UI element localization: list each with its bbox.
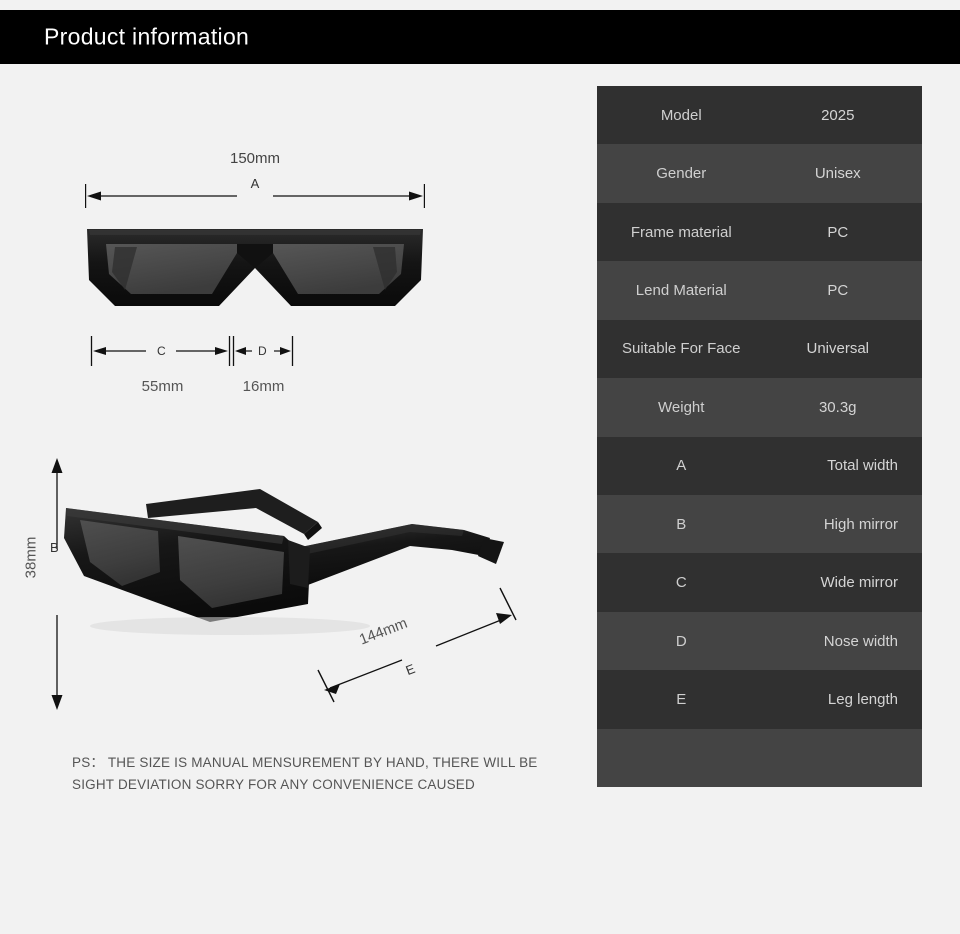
diagram-panel: 150mm A C D 55mm 16mm 38mm B 144mm E PS：… [0, 64, 580, 934]
spec-value: PC [827, 281, 849, 299]
spec-label: Model [660, 106, 702, 124]
table-row: A Total width [597, 436, 922, 495]
spec-label: B [676, 515, 687, 533]
spec-label: Gender [656, 165, 707, 183]
table-row: Weight 30.3g [597, 378, 922, 437]
spec-label: A [676, 457, 687, 475]
table-row: Gender Unisex [597, 144, 922, 203]
spec-label: Lend Material [635, 281, 727, 299]
sunglasses-front-view-image [87, 229, 423, 306]
spec-value: Leg length [827, 690, 898, 708]
table-row: Frame material PC [597, 202, 922, 262]
table-row: Lend Material PC [597, 261, 922, 320]
dimension-b-letter: B [50, 540, 59, 555]
dimension-c-value: 55mm [141, 378, 184, 395]
product-information-page: Product information 150mm A C D 55mm 16m… [0, 0, 960, 934]
spec-label: Frame material [630, 223, 732, 241]
dimension-e-arrow-icon [317, 587, 517, 703]
spec-value: Wide mirror [820, 574, 899, 592]
table-row: Model 2025 [597, 86, 922, 145]
table-row: C Wide mirror [597, 553, 922, 612]
dimension-cd-arrow-icon [90, 336, 294, 366]
spec-value: Universal [806, 340, 870, 358]
dimension-b-value: 38mm [22, 536, 40, 579]
dimension-c-letter: C [157, 344, 166, 358]
specification-table: Model 2025 Gender Unisex Frame material PC … [597, 86, 922, 788]
spec-value: Nose width [823, 632, 898, 650]
header-bar: Product information [0, 10, 960, 64]
dimension-a-letter: A [250, 176, 260, 191]
page-title: Product information [44, 23, 250, 50]
dimension-cd-group: C D 55mm 16mm [88, 336, 303, 406]
spec-value: High mirror [823, 515, 898, 533]
spec-label: Suitable For Face [622, 340, 741, 358]
spec-value: 2025 [821, 106, 855, 124]
table-row-empty [597, 728, 922, 788]
measurement-disclaimer-note: PS： THE SIZE IS MANUAL MENSUREMENT BY HA… [72, 755, 538, 792]
dimension-d-letter: D [258, 344, 267, 358]
spec-label: C [675, 574, 687, 592]
dimension-a-group: 150mm A [85, 150, 425, 210]
spec-label: E [676, 690, 687, 708]
table-row: D Nose width [597, 611, 922, 671]
dimension-e-group: 144mm E [310, 584, 525, 709]
dimension-a-value: 150mm [229, 150, 281, 167]
table-row: B High mirror [597, 494, 922, 554]
table-row: E Leg length [597, 670, 922, 729]
spec-value: Total width [827, 457, 898, 475]
spec-value: 30.3g [818, 398, 857, 416]
dimension-d-value: 16mm [242, 378, 285, 395]
spec-value: PC [827, 223, 849, 241]
spec-value: Unisex [814, 165, 861, 183]
spec-label: D [675, 632, 687, 650]
table-row: Suitable For Face Universal [597, 319, 922, 379]
spec-label: Weight [658, 398, 705, 416]
